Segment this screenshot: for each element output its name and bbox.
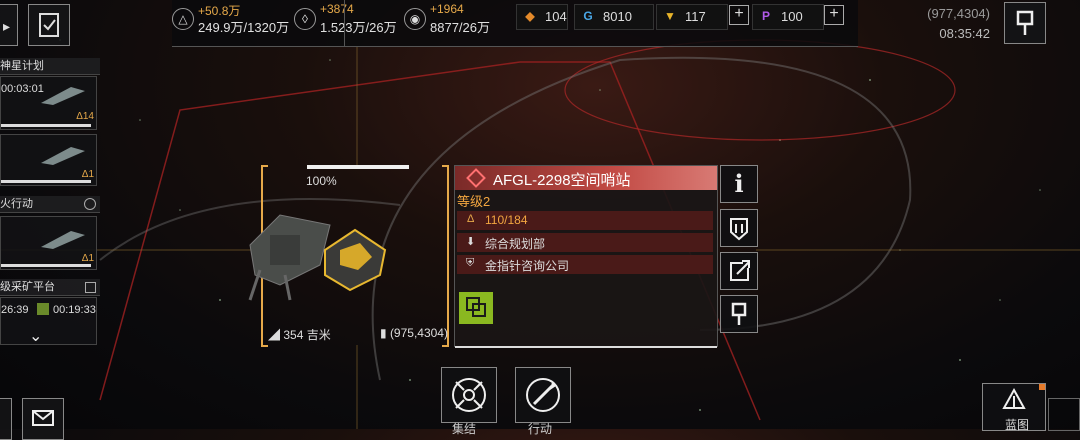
action-button[interactable] xyxy=(515,367,571,423)
currency-gold[interactable]: ▼ 117 xyxy=(656,4,728,30)
orange-currency-icon: ◆ xyxy=(525,9,535,23)
hp-row: Δ 110/184 xyxy=(457,211,713,230)
server-time: 08:35:42 xyxy=(939,26,990,41)
info-button[interactable]: i xyxy=(720,165,758,203)
mail-icon xyxy=(32,410,54,426)
currency-orange[interactable]: ◆ 104 xyxy=(516,4,568,30)
target-info-panel: AFGL-2298空间哨站 等级2 Δ 110/184 ⬇ 综合规划部 ⛨ 金指… xyxy=(454,165,718,348)
shield-icon xyxy=(730,218,748,241)
panel-underline xyxy=(455,346,717,348)
blueprint-ship-icon xyxy=(1002,387,1026,409)
target-health-fill xyxy=(307,165,409,169)
rally-button[interactable] xyxy=(441,367,497,423)
bookmark-button[interactable] xyxy=(1004,2,1046,44)
share-icon xyxy=(730,260,750,281)
shield-icon: ⛨ xyxy=(466,257,475,269)
mail-button[interactable] xyxy=(22,398,64,440)
fleet-1-progress xyxy=(1,124,91,127)
map-pin-icon xyxy=(731,302,747,325)
share-button[interactable] xyxy=(720,252,758,290)
fleet-1-badge: Δ14 xyxy=(76,111,94,122)
fleet-3-card[interactable]: Δ1 xyxy=(0,216,97,270)
info-panel-header: AFGL-2298空间哨站 xyxy=(455,166,717,190)
gather-button[interactable] xyxy=(459,292,493,324)
status-circle-icon xyxy=(84,198,96,210)
map-pin-icon xyxy=(1016,10,1034,35)
hostile-diamond-icon xyxy=(466,168,486,188)
fleet-3-header[interactable]: 火行动 xyxy=(0,196,100,213)
fleet-1-header[interactable]: 神星计划 xyxy=(0,58,100,75)
currency-purple[interactable]: P 100 xyxy=(752,4,824,30)
blueprint-label: 蓝图 xyxy=(1005,418,1030,432)
add-purple-button[interactable]: + xyxy=(824,5,844,25)
fleet-1-card[interactable]: 00:03:01 Δ14 xyxy=(0,76,97,130)
expand-menu-button[interactable]: ▸ xyxy=(0,4,18,46)
tritanium-icon: △ xyxy=(172,8,194,30)
department-row[interactable]: ⬇ 综合规划部 xyxy=(457,233,713,252)
target-health-percent: 100% xyxy=(306,174,337,188)
mining-header[interactable]: 级采矿平台 xyxy=(0,279,100,296)
department-icon: ⬇ xyxy=(466,236,476,248)
currency-blue[interactable]: G 8010 xyxy=(574,4,654,30)
direction-arrow-icon: ◢ xyxy=(268,328,284,342)
mining-card[interactable]: 26:39 00:19:33 ⌄ xyxy=(0,297,97,345)
checkbox-icon[interactable] xyxy=(85,282,96,293)
blueprint-button[interactable]: 蓝图 xyxy=(982,383,1046,432)
heavy-water-icon: ◉ xyxy=(404,8,426,30)
ship-icon xyxy=(41,87,85,105)
gold-currency-icon: ▼ xyxy=(664,9,676,23)
clipboard-check-icon xyxy=(39,13,59,37)
fleet-2-badge: Δ1 xyxy=(81,169,94,180)
info-icon: i xyxy=(734,169,744,198)
space-station-sprite[interactable] xyxy=(240,205,400,310)
add-gold-button[interactable]: + xyxy=(729,5,749,25)
overlap-squares-icon xyxy=(466,297,486,317)
purple-currency-icon: P xyxy=(761,9,770,23)
chevron-down-icon[interactable]: ⌄ xyxy=(29,326,42,346)
company-row[interactable]: ⛨ 金指针咨询公司 xyxy=(457,255,713,274)
resource-heavy-water[interactable]: ◉ +1964 8877/26万 xyxy=(404,2,514,38)
mining-icon xyxy=(37,303,49,315)
crystal-icon: ◊ xyxy=(294,8,316,30)
tasks-button[interactable] xyxy=(28,4,70,46)
resource-tritanium[interactable]: △ +50.8万 249.9万/1320万 xyxy=(172,2,292,38)
divider xyxy=(334,0,345,46)
resource-crystal[interactable]: ◊ +3874 1.523万/26万 xyxy=(294,2,404,38)
fleet-3-progress xyxy=(1,264,91,267)
crosshair-target-icon xyxy=(452,378,486,412)
pin-icon: ▮ xyxy=(380,326,390,340)
chat-button[interactable] xyxy=(0,398,12,440)
bookmark-target-button[interactable] xyxy=(720,295,758,333)
fleet-3-badge: Δ1 xyxy=(81,253,94,264)
side-frame xyxy=(1048,398,1080,431)
ship-icon xyxy=(41,231,85,249)
hp-triangle-icon: Δ xyxy=(467,213,475,225)
missile-target-icon xyxy=(526,378,560,412)
target-distance: ◢ 354 吉米 xyxy=(268,328,331,342)
target-location[interactable]: ▮ (975,4304) xyxy=(380,326,448,340)
alliance-button[interactable] xyxy=(720,209,758,247)
target-health-bar xyxy=(307,165,409,169)
svg-text:▸: ▸ xyxy=(3,19,10,35)
fleet-2-card[interactable]: Δ1 xyxy=(0,134,97,186)
ship-icon xyxy=(41,147,85,165)
target-name: AFGL-2298空间哨站 xyxy=(493,172,631,189)
target-level: 等级2 xyxy=(457,194,491,209)
current-coordinates[interactable]: (977,4304) xyxy=(927,6,990,21)
blue-currency-icon: G xyxy=(583,9,593,23)
notification-dot xyxy=(1039,384,1045,390)
fleet-2-progress xyxy=(1,180,91,183)
